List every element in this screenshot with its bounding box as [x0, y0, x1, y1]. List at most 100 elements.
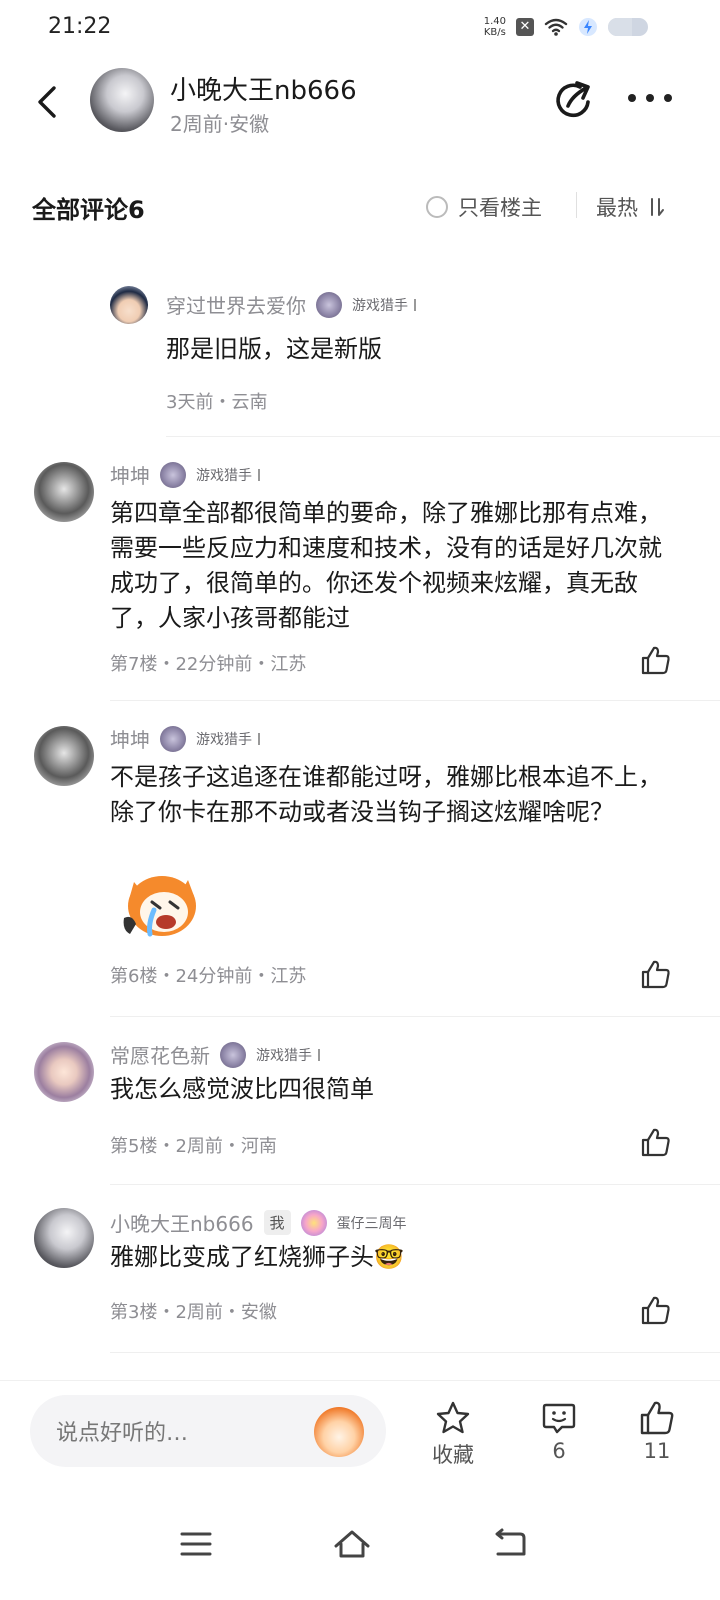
- thumbs-up-icon[interactable]: [640, 1294, 672, 1326]
- dot: [664, 94, 672, 102]
- comment-author-row: 小晚大王nb666 我 蛋仔三周年: [110, 1208, 407, 1237]
- sort-icon: [651, 198, 664, 216]
- badge-level-bar: [414, 298, 416, 311]
- comment-meta: 第7楼・22分钟前・江苏: [110, 654, 307, 675]
- badge-level-bar: [318, 1048, 320, 1061]
- home-icon[interactable]: [332, 1524, 372, 1564]
- badge-label: 蛋仔三周年: [336, 1215, 407, 1232]
- badge-label: 游戏猎手: [352, 297, 408, 314]
- badge-label: 游戏猎手: [196, 467, 252, 484]
- favorite-label: 收藏: [432, 1443, 474, 1467]
- comment-author-row: 穿过世界去爱你 游戏猎手: [166, 290, 416, 319]
- badge-icon: [160, 725, 186, 752]
- badge-level-bar: [258, 468, 260, 481]
- thumbs-up-icon[interactable]: [640, 958, 672, 990]
- network-speed: 1.40 KB/s: [484, 16, 506, 38]
- comment-author[interactable]: 小晚大王nb666: [110, 1208, 254, 1237]
- divider: [576, 192, 577, 218]
- divider: [110, 1016, 720, 1017]
- wifi-icon: [544, 18, 568, 36]
- comment-item: 坤坤 游戏猎手 不是孩子这追逐在谁都能过呀，雅娜比根本追不上，除了你卡在那不动或…: [0, 720, 720, 1010]
- only-owner-toggle[interactable]: 只看楼主: [426, 192, 542, 222]
- comment-text: 那是旧版，这是新版: [166, 335, 382, 363]
- commenter-avatar[interactable]: [34, 462, 94, 522]
- comment-author-row: 坤坤 游戏猎手: [110, 460, 260, 489]
- sort-button[interactable]: 最热: [596, 192, 666, 222]
- battery-level: [608, 18, 632, 36]
- divider: [110, 700, 720, 701]
- divider: [110, 1184, 720, 1185]
- like-count: 11: [643, 1439, 671, 1463]
- comment-text: 不是孩子这追逐在谁都能过呀，雅娜比根本追不上，除了你卡在那不动或者没当钩子搁这炫…: [110, 763, 662, 826]
- comment-author[interactable]: 坤坤: [110, 460, 150, 489]
- badge-icon: [220, 1041, 246, 1068]
- chevron-left-icon[interactable]: [30, 82, 66, 122]
- commenter-avatar[interactable]: [34, 726, 94, 786]
- post-meta: 2周前·安徽: [170, 112, 270, 136]
- menu-icon[interactable]: [176, 1524, 216, 1564]
- radio-icon[interactable]: [426, 196, 448, 218]
- star-icon: [436, 1401, 470, 1434]
- author-name[interactable]: 小晚大王nb666: [170, 70, 357, 107]
- comments-toolbar: 全部评论6 只看楼主 最热: [0, 180, 720, 232]
- anniversary-badge-icon: [300, 1209, 327, 1236]
- more-dots-icon[interactable]: [628, 88, 672, 108]
- status-time: 21:22: [48, 14, 112, 39]
- comment-button[interactable]: 6: [524, 1399, 594, 1463]
- commenter-avatar[interactable]: [34, 1042, 94, 1102]
- comment-item: 坤坤 游戏猎手 第四章全部都很简单的要命，除了雅娜比那有点难，需要一些反应力和速…: [0, 456, 720, 696]
- only-owner-label: 只看楼主: [458, 196, 542, 220]
- badge-label: 游戏猎手: [256, 1047, 312, 1064]
- post-header: 小晚大王nb666 2周前·安徽: [0, 56, 720, 152]
- crying-orange-fox-sticker: [123, 876, 196, 937]
- battery-icon: [608, 18, 648, 36]
- dot: [628, 94, 636, 102]
- comment-icon: [542, 1403, 576, 1434]
- badge-level-bar: [258, 732, 260, 745]
- dot: [646, 94, 654, 102]
- me-tag: 我: [263, 1210, 291, 1235]
- comment-text: 雅娜比变成了红烧狮子头🤓: [110, 1243, 404, 1271]
- commenter-avatar[interactable]: [110, 286, 148, 324]
- comment-meta: 第6楼・24分钟前・江苏: [110, 966, 307, 987]
- comment-item: 小晚大王nb666 我 蛋仔三周年 雅娜比变成了红烧狮子头🤓 第3楼・2周前・安…: [0, 1204, 720, 1344]
- back-arrow-icon[interactable]: [490, 1524, 530, 1564]
- comment-author-row: 常愿花色新 游戏猎手: [110, 1040, 320, 1069]
- badge-icon: [316, 291, 342, 318]
- comment-count: 6: [552, 1439, 566, 1463]
- status-bar: 21:22 1.40 KB/s ✕: [0, 0, 720, 56]
- comment-author-row: 坤坤 游戏猎手: [110, 724, 260, 753]
- comment-reply: 穿过世界去爱你 游戏猎手 那是旧版，这是新版 3天前・云南: [0, 284, 720, 434]
- comment-item: 常愿花色新 游戏猎手 我怎么感觉波比四很简单 第5楼・2周前・河南: [0, 1036, 720, 1176]
- thumbs-up-icon[interactable]: [640, 1126, 672, 1158]
- comment-author[interactable]: 常愿花色新: [110, 1040, 210, 1069]
- emoji-sticker-icon[interactable]: [314, 1407, 364, 1457]
- bottom-action-bar: 说点好听的… 收藏 6 11: [0, 1380, 720, 1500]
- charging-icon: [579, 18, 597, 36]
- comment-meta: 第5楼・2周前・河南: [110, 1136, 277, 1157]
- favorite-button[interactable]: 收藏: [418, 1399, 488, 1469]
- thumbs-up-icon: [640, 1401, 674, 1435]
- comment-input[interactable]: 说点好听的…: [30, 1395, 386, 1467]
- network-speed-value: 1.40: [483, 16, 506, 27]
- comment-input-placeholder: 说点好听的…: [56, 1421, 189, 1446]
- network-speed-unit: KB/s: [483, 27, 506, 38]
- author-avatar[interactable]: [90, 68, 154, 132]
- status-icons: 1.40 KB/s ✕: [484, 16, 648, 38]
- like-button[interactable]: 11: [622, 1399, 692, 1463]
- badge-label: 游戏猎手: [196, 731, 252, 748]
- thumbs-up-icon[interactable]: [640, 644, 672, 676]
- commenter-avatar[interactable]: [34, 1208, 94, 1268]
- comment-meta: 3天前・云南: [166, 392, 268, 413]
- system-nav-bar: [0, 1500, 720, 1600]
- share-icon[interactable]: [552, 78, 596, 122]
- comment-author[interactable]: 坤坤: [110, 724, 150, 753]
- badge-icon: [160, 461, 186, 488]
- comment-text: 我怎么感觉波比四很简单: [110, 1075, 374, 1103]
- divider: [166, 436, 720, 437]
- sort-label: 最热: [596, 196, 638, 220]
- comments-count-title: 全部评论6: [32, 196, 145, 224]
- sim-off-icon: ✕: [516, 18, 534, 36]
- comment-author[interactable]: 穿过世界去爱你: [166, 290, 306, 319]
- comment-meta: 第3楼・2周前・安徽: [110, 1302, 277, 1323]
